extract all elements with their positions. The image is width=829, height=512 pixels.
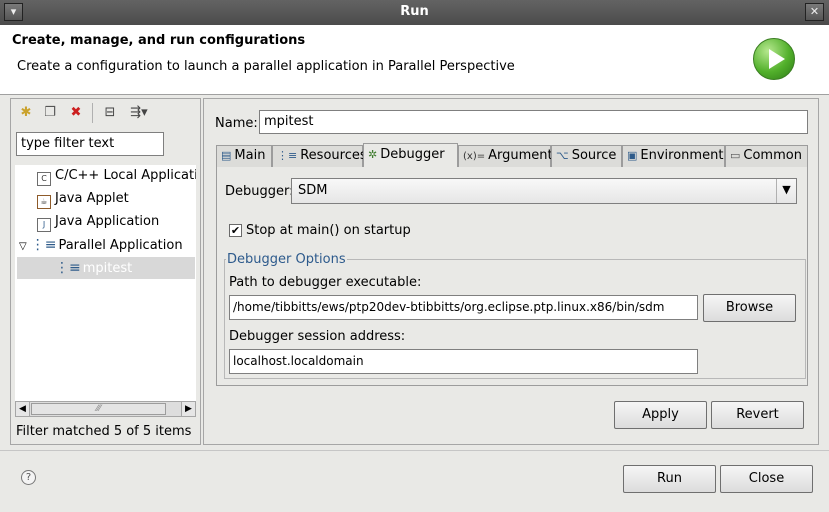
tree-item-label: Java Applet <box>55 191 129 206</box>
stop-at-main-label[interactable]: Stop at main() on startup <box>246 223 411 238</box>
scroll-right-icon[interactable]: ▶ <box>181 402 195 416</box>
chevron-down-icon[interactable]: ▼ <box>776 179 796 203</box>
run-logo-icon <box>753 38 795 80</box>
filter-status: Filter matched 5 of 5 items <box>16 424 192 439</box>
tab-label: Common <box>743 148 802 163</box>
tree-item-java-applet[interactable]: ☕ Java Applet <box>37 188 129 210</box>
session-address-label: Debugger session address: <box>229 329 406 344</box>
collapse-all-icon[interactable]: ⊟ <box>101 104 119 122</box>
footer-separator <box>0 450 829 451</box>
tab-common[interactable]: ▭ Common <box>725 145 808 167</box>
configuration-tree: C C/C++ Local Application ☕ Java Applet JJ… <box>15 165 196 401</box>
configuration-toolbar: ✱ ❐ ✖ ⊟ ⇶▾ <box>13 101 198 125</box>
run-button[interactable]: Run <box>623 465 716 493</box>
session-address-input[interactable]: localhost.localdomain <box>229 349 698 374</box>
tab-label: Main <box>234 148 266 163</box>
header-message: Create a configuration to launch a paral… <box>17 59 515 74</box>
main-tab-icon: ▤ <box>221 149 232 162</box>
tab-source[interactable]: ⌥ Source <box>551 145 622 167</box>
tab-label: Source <box>571 148 617 163</box>
header-title: Create, manage, and run configurations <box>12 33 306 48</box>
tree-item-c-local-app[interactable]: C C/C++ Local Application <box>37 165 196 187</box>
title-bar: ▾ Run ✕ <box>0 0 829 25</box>
toolbar-separator <box>92 103 93 123</box>
tree-item-mpitest[interactable]: ⋮≡ mpitest <box>55 257 132 279</box>
debugger-select[interactable]: SDM ▼ <box>291 178 797 204</box>
name-label: Name: <box>215 116 258 131</box>
tree-item-label: C/C++ Local Application <box>55 168 196 183</box>
tab-label: Debugger <box>380 147 445 162</box>
source-tab-icon: ⌥ <box>556 149 569 162</box>
help-icon[interactable]: ? <box>21 470 36 485</box>
common-tab-icon: ▭ <box>730 149 741 162</box>
arguments-tab-icon: (x)= <box>463 151 486 162</box>
tree-item-label: Parallel Application <box>58 238 183 253</box>
tab-label: Arguments <box>488 148 560 163</box>
tree-item-label: Java Application <box>55 214 160 229</box>
tab-label: Resources <box>300 148 367 163</box>
apply-button[interactable]: Apply <box>614 401 707 429</box>
close-window-icon[interactable]: ✕ <box>805 3 824 21</box>
tab-arguments[interactable]: (x)= Arguments <box>458 145 559 167</box>
browse-button[interactable]: Browse <box>703 294 796 322</box>
tab-main[interactable]: ▤ Main <box>216 145 272 167</box>
tab-debugger[interactable]: ✲ Debugger <box>363 143 458 167</box>
resources-tab-icon: ⋮≡ <box>277 149 298 162</box>
scroll-left-icon[interactable]: ◀ <box>16 402 30 416</box>
tree-item-label: mpitest <box>82 261 133 276</box>
stop-at-main-checkbox[interactable]: ✔ <box>229 224 242 237</box>
tab-label: Environment <box>640 148 724 163</box>
debugger-label: Debugger: <box>225 184 294 199</box>
debugger-options-label: Debugger Options <box>226 252 347 267</box>
debugger-select-value: SDM <box>298 183 328 198</box>
window-title: Run <box>400 4 429 19</box>
filter-input[interactable]: type filter text <box>16 132 164 156</box>
scroll-thumb[interactable]: ⁄⁄⁄ <box>31 403 166 415</box>
dialog-header: Create, manage, and run configurations C… <box>0 25 829 95</box>
tab-resources[interactable]: ⋮≡ Resources <box>272 145 367 167</box>
environment-tab-icon: ▣ <box>627 149 638 162</box>
expand-triangle-icon[interactable]: ▽ <box>19 241 27 252</box>
parallel-config-icon: ⋮≡ <box>55 260 81 276</box>
revert-button[interactable]: Revert <box>711 401 804 429</box>
duplicate-configuration-icon[interactable]: ❐ <box>41 104 59 122</box>
debugger-path-label: Path to debugger executable: <box>229 275 422 290</box>
java-applet-icon: ☕ <box>37 195 51 209</box>
configuration-list-pane: ✱ ❐ ✖ ⊟ ⇶▾ type filter text C C/C++ Local… <box>10 98 201 445</box>
java-app-icon: J <box>37 218 51 232</box>
tree-horizontal-scrollbar[interactable]: ◀ ⁄⁄⁄ ▶ <box>15 401 196 417</box>
configuration-editor: Name: mpitest ▤ Main ⋮≡ Resources ✲ Debugge… <box>203 98 819 445</box>
c-app-icon: C <box>37 172 51 186</box>
new-configuration-icon[interactable]: ✱ <box>17 104 35 122</box>
debugger-tab-icon: ✲ <box>368 148 378 161</box>
tree-item-java-application[interactable]: J Java Application <box>37 211 159 233</box>
close-button[interactable]: Close <box>720 465 813 493</box>
debugger-path-input[interactable]: /home/tibbitts/ews/ptp20dev-btibbitts/or… <box>229 295 698 320</box>
tab-strip: ▤ Main ⋮≡ Resources ✲ Debugger (x)= Argument… <box>216 143 808 167</box>
name-input[interactable]: mpitest <box>259 110 808 134</box>
filter-menu-icon[interactable]: ⇶▾ <box>125 104 153 122</box>
tab-environment[interactable]: ▣ Environment <box>622 145 725 167</box>
parallel-app-icon: ⋮≡ <box>30 237 57 253</box>
tree-item-parallel-application[interactable]: ▽ ⋮≡ Parallel Application <box>19 234 183 256</box>
delete-configuration-icon[interactable]: ✖ <box>67 104 85 122</box>
